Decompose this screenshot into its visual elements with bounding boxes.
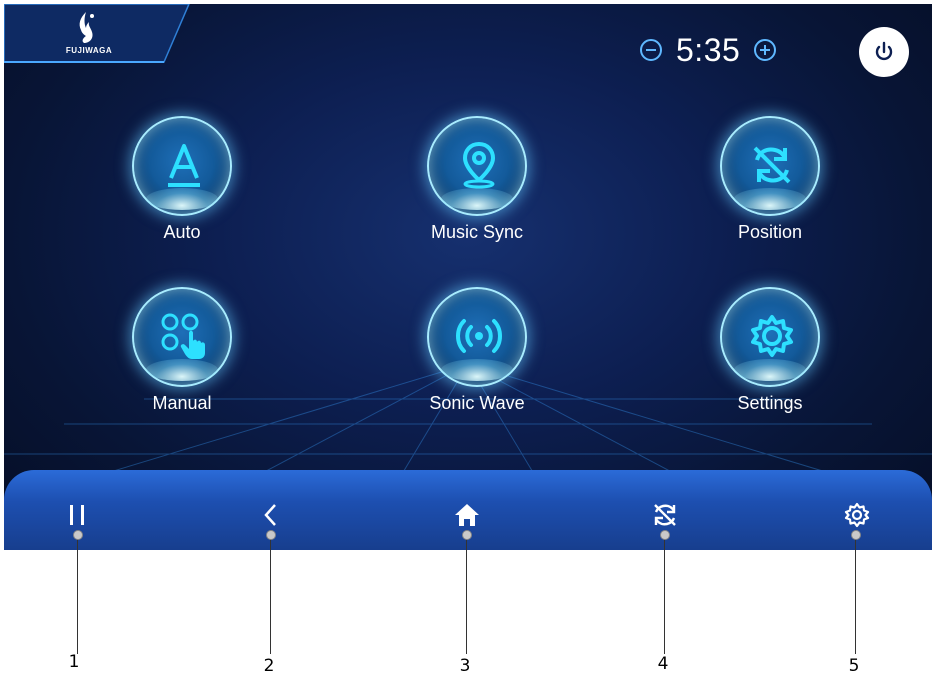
mode-orb bbox=[720, 287, 820, 387]
callout-number-4: 4 bbox=[657, 654, 669, 674]
callout-dot bbox=[851, 530, 861, 540]
home-icon bbox=[455, 504, 479, 526]
timer-value: 5:35 bbox=[676, 31, 741, 68]
callout-dot bbox=[462, 530, 472, 540]
mode-label: Music Sync bbox=[430, 222, 524, 242]
callout-line bbox=[77, 536, 78, 654]
letter-a-icon bbox=[168, 144, 200, 187]
mode-label: Position bbox=[737, 222, 803, 242]
gear-icon bbox=[751, 315, 793, 357]
callout-dot bbox=[266, 530, 276, 540]
callout-number-5: 5 bbox=[848, 656, 860, 676]
minus-circle-icon[interactable] bbox=[640, 39, 662, 61]
callout-dot bbox=[660, 530, 670, 540]
mode-settings-button[interactable]: Settings bbox=[680, 287, 860, 414]
callout-line bbox=[270, 536, 271, 654]
settings-button[interactable] bbox=[842, 500, 872, 530]
wave-signal-icon bbox=[456, 319, 502, 353]
mode-orb bbox=[132, 287, 232, 387]
brand-logo-icon bbox=[79, 12, 94, 43]
callout-number-1: 1 bbox=[68, 652, 80, 672]
callout-line bbox=[664, 536, 665, 654]
location-pin-icon bbox=[462, 141, 496, 189]
mode-auto-button[interactable]: Auto bbox=[92, 116, 272, 243]
power-button[interactable] bbox=[859, 27, 909, 77]
mode-orb bbox=[720, 116, 820, 216]
home-button[interactable] bbox=[452, 500, 482, 530]
power-icon bbox=[875, 41, 893, 61]
touch-hand-icon bbox=[161, 313, 205, 359]
back-button[interactable] bbox=[256, 500, 286, 530]
mode-music-sync-button[interactable]: Music Sync bbox=[387, 116, 567, 243]
mode-position-button[interactable]: Position bbox=[680, 116, 860, 243]
device-screen: FUJIWAGA 5:35 Auto Music Sync Position M… bbox=[4, 4, 932, 550]
gear-icon bbox=[844, 502, 870, 528]
brand-logo-text: FUJIWAGA bbox=[65, 46, 113, 55]
mode-label: Manual bbox=[152, 393, 212, 413]
timer-control: 5:35 bbox=[640, 30, 777, 70]
cycle-icon bbox=[654, 504, 676, 526]
pause-icon bbox=[70, 505, 84, 525]
mode-label: Sonic Wave bbox=[429, 393, 525, 413]
cycle-button[interactable] bbox=[650, 500, 680, 530]
mode-sonic-wave-button[interactable]: Sonic Wave bbox=[387, 287, 567, 414]
plus-circle-icon[interactable] bbox=[754, 39, 777, 61]
mode-orb bbox=[427, 287, 527, 387]
mode-orb bbox=[132, 116, 232, 216]
callout-dot bbox=[73, 530, 83, 540]
mode-label: Settings bbox=[737, 393, 803, 413]
cycle-arrows-icon bbox=[753, 146, 791, 184]
callout-line bbox=[855, 536, 856, 654]
mode-label: Auto bbox=[163, 222, 201, 242]
callout-line bbox=[466, 536, 467, 654]
mode-orb bbox=[427, 116, 527, 216]
callout-number-2: 2 bbox=[263, 656, 275, 676]
callout-number-3: 3 bbox=[459, 656, 471, 676]
back-chevron-icon bbox=[264, 504, 276, 526]
pause-button[interactable] bbox=[62, 500, 92, 530]
mode-manual-button[interactable]: Manual bbox=[92, 287, 272, 414]
